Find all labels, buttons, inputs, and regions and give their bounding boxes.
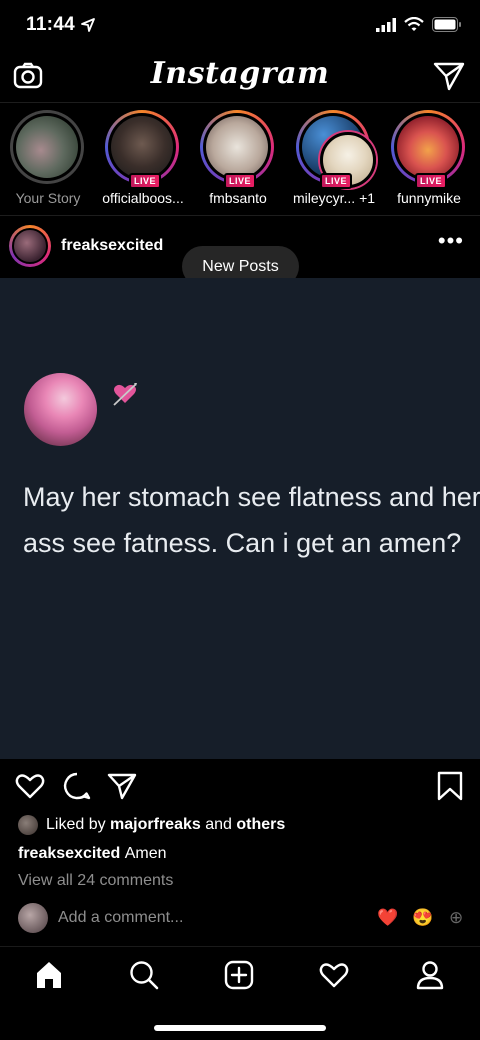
caption-username[interactable]: freaksexcited: [18, 845, 120, 862]
stories-divider: [0, 215, 480, 216]
quick-reaction-heart[interactable]: ❤️: [377, 908, 398, 928]
live-badge: LIVE: [415, 173, 447, 189]
home-indicator[interactable]: [154, 1025, 326, 1031]
view-comments-link[interactable]: View all 24 comments: [18, 872, 173, 890]
profile-icon[interactable]: [414, 959, 446, 991]
add-reaction-icon[interactable]: ⊕: [449, 908, 463, 928]
bookmark-icon[interactable]: [434, 770, 466, 802]
bottom-tab-bar: [0, 946, 480, 1040]
paper-plane-icon[interactable]: [432, 60, 466, 92]
liked-and: and: [205, 816, 232, 833]
story-avatar: [397, 116, 459, 178]
comment-icon[interactable]: [61, 770, 93, 802]
story-ring: [10, 110, 84, 184]
header-divider: [0, 102, 480, 103]
post-username[interactable]: freaksexcited: [61, 237, 163, 255]
instagram-logo: Instagram: [150, 56, 330, 91]
home-icon[interactable]: [33, 959, 65, 991]
liked-user[interactable]: majorfreaks: [110, 816, 201, 834]
story-name: funnymike: [397, 190, 461, 206]
activity-heart-icon[interactable]: [318, 959, 350, 991]
liked-by-row[interactable]: Liked by majorfreaks and others: [18, 815, 285, 835]
story-name: mileycyr... +1: [292, 190, 376, 206]
stories-tray: Your Story LIVE officialboos... LIVE fmb…: [0, 110, 480, 210]
story-name: fmbsanto: [209, 190, 267, 206]
plus-square-icon[interactable]: [223, 959, 255, 991]
caption-text: Amen: [124, 845, 167, 862]
post-author-avatar[interactable]: [9, 225, 51, 267]
story-avatar: [206, 116, 268, 178]
liked-prefix: Liked by: [46, 816, 106, 833]
wifi-icon: [404, 17, 424, 31]
story-avatar: [111, 116, 173, 178]
status-time: 11:44: [26, 14, 76, 35]
status-indicators: [376, 17, 462, 32]
post-image[interactable]: May her stomach see flatness and her ass…: [0, 278, 480, 759]
tweet-text: May her stomach see flatness and her ass…: [23, 482, 480, 558]
tweet-avatar: [24, 373, 97, 446]
search-icon[interactable]: [128, 959, 160, 991]
share-icon[interactable]: [106, 770, 138, 802]
post-caption: freaksexcited Amen: [18, 845, 167, 863]
signal-icon: [376, 17, 396, 32]
story-avatar: [16, 116, 78, 178]
add-comment-input[interactable]: Add a comment...: [58, 909, 183, 927]
story-name: officialboos...: [102, 190, 184, 206]
live-badge: LIVE: [320, 173, 352, 189]
more-options-icon[interactable]: •••: [438, 230, 464, 252]
live-badge: LIVE: [224, 173, 256, 189]
story-name: Your Story: [15, 190, 81, 206]
liker-avatar: [18, 815, 38, 835]
heart-icon[interactable]: [14, 770, 46, 802]
location-arrow-icon: [81, 18, 95, 32]
quick-reaction-heart-eyes[interactable]: 😍: [412, 908, 433, 928]
cupid-heart-icon: [113, 383, 137, 406]
current-user-avatar: [18, 903, 48, 933]
live-badge: LIVE: [129, 173, 161, 189]
battery-icon: [432, 17, 461, 32]
liked-others[interactable]: others: [236, 816, 285, 834]
